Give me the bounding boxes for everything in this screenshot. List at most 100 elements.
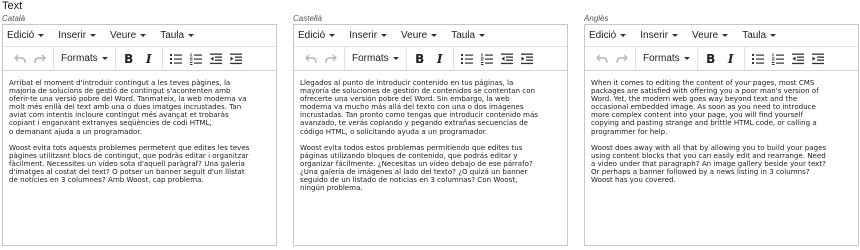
language-label: Català (2, 14, 26, 23)
language-label: Castellà (293, 14, 322, 23)
content-paragraph: Woost evita todos estos problemas permit… (300, 142, 533, 193)
numbered-list-button[interactable] (478, 50, 496, 68)
editor-menubar: Edició Inserir Veure Taula (294, 25, 567, 47)
undo-button[interactable] (302, 50, 320, 68)
outdent-button[interactable] (498, 50, 516, 68)
editor-toolbar: Formats B I (585, 46, 858, 71)
indent-icon (811, 53, 824, 64)
indent-icon (520, 53, 533, 64)
content-paragraph: Woost evita tots aquests problemes perme… (9, 142, 250, 185)
redo-icon (34, 54, 46, 63)
menu-insert[interactable]: Inserir (349, 30, 388, 41)
indent-icon (229, 53, 242, 64)
rich-text-editor[interactable]: Edició Inserir Veure Taula Formats (293, 24, 568, 246)
content-paragraph: When it comes to editing the content of … (591, 78, 819, 136)
bold-icon: B (415, 51, 425, 66)
bold-button[interactable]: B (120, 50, 138, 68)
editor-menubar: Edició Inserir Veure Taula (3, 25, 276, 47)
chevron-down-icon (683, 57, 690, 60)
content-paragraph: Arribat el moment d'introduir contingut … (9, 78, 247, 136)
menu-view[interactable]: Veure (692, 30, 729, 41)
chevron-down-icon (329, 34, 336, 37)
chevron-down-icon (140, 34, 147, 37)
italic-button[interactable]: I (722, 50, 740, 68)
italic-button[interactable]: I (140, 50, 158, 68)
formats-label: Formats (61, 53, 98, 64)
menu-edit[interactable]: Edició (589, 30, 627, 41)
editor-pane: Castellà Edició Inserir Veure Taula Form… (293, 14, 568, 246)
undo-icon (305, 54, 317, 63)
chevron-down-icon (188, 34, 195, 37)
menu-view-label: Veure (110, 30, 137, 41)
numbered-list-button[interactable] (187, 50, 205, 68)
menu-edit-label: Edició (7, 30, 35, 41)
bullet-list-button[interactable] (167, 50, 185, 68)
language-label: Anglès (584, 14, 609, 23)
menu-insert-label: Inserir (58, 30, 87, 41)
outdent-button[interactable] (207, 50, 225, 68)
redo-button[interactable] (31, 50, 49, 68)
italic-button[interactable]: I (431, 50, 449, 68)
bullet-list-button[interactable] (749, 50, 767, 68)
menu-table[interactable]: Taula (160, 30, 195, 41)
editor-content[interactable]: Arribat el moment d'introduir contingut … (3, 71, 276, 184)
rich-text-editor[interactable]: Edició Inserir Veure Taula Formats (2, 24, 277, 246)
outdent-icon (209, 53, 222, 64)
formats-dropdown[interactable]: Formats (639, 53, 694, 64)
menu-insert-label: Inserir (640, 30, 669, 41)
numbered-list-button[interactable] (769, 50, 787, 68)
rich-text-editor[interactable]: Edició Inserir Veure Taula Formats (584, 24, 859, 246)
bullet-list-icon (169, 53, 182, 64)
history-group (589, 46, 636, 71)
formats-dropdown[interactable]: Formats (57, 53, 112, 64)
bold-button[interactable]: B (702, 50, 720, 68)
editor-toolbar: Formats B I (294, 46, 567, 71)
bullet-list-button[interactable] (458, 50, 476, 68)
chevron-down-icon (479, 34, 486, 37)
chevron-down-icon (672, 34, 679, 37)
editor-content[interactable]: When it comes to editing the content of … (585, 71, 858, 184)
outdent-button[interactable] (789, 50, 807, 68)
menu-table[interactable]: Taula (742, 30, 777, 41)
menu-view-label: Veure (401, 30, 428, 41)
menu-edit[interactable]: Edició (7, 30, 45, 41)
menu-edit-label: Edició (589, 30, 617, 41)
menu-edit[interactable]: Edició (298, 30, 336, 41)
bold-icon: B (706, 51, 716, 66)
style-group: B I (116, 46, 163, 71)
numbered-list-icon (189, 53, 202, 65)
menu-view[interactable]: Veure (401, 30, 438, 41)
chevron-down-icon (722, 34, 729, 37)
menu-table-label: Taula (451, 30, 476, 41)
menu-table[interactable]: Taula (451, 30, 486, 41)
formats-dropdown[interactable]: Formats (348, 53, 403, 64)
chevron-down-icon (620, 34, 627, 37)
formats-label: Formats (352, 53, 389, 64)
content-paragraph: Llegados al punto de introducir contenid… (300, 78, 538, 136)
list-group (745, 47, 831, 71)
list-group (454, 47, 540, 71)
bold-button[interactable]: B (411, 50, 429, 68)
style-group: B I (698, 46, 745, 71)
numbered-list-icon (771, 53, 784, 65)
bullet-list-icon (751, 53, 764, 64)
history-group (7, 46, 54, 71)
indent-button[interactable] (809, 50, 827, 68)
editor-content[interactable]: Llegados al punto de introducir contenid… (294, 71, 567, 192)
menu-insert[interactable]: Inserir (58, 30, 97, 41)
undo-icon (596, 54, 608, 63)
undo-button[interactable] (11, 50, 29, 68)
indent-button[interactable] (518, 50, 536, 68)
redo-button[interactable] (613, 50, 631, 68)
editor-pane: Anglès Edició Inserir Veure Taula Format… (584, 14, 859, 246)
indent-button[interactable] (227, 50, 245, 68)
chevron-down-icon (431, 34, 438, 37)
bullet-list-icon (460, 53, 473, 64)
editor-toolbar: Formats B I (3, 46, 276, 71)
list-group (163, 47, 249, 71)
menu-insert[interactable]: Inserir (640, 30, 679, 41)
menu-view[interactable]: Veure (110, 30, 147, 41)
redo-button[interactable] (322, 50, 340, 68)
undo-button[interactable] (593, 50, 611, 68)
formats-group: Formats (636, 46, 698, 71)
